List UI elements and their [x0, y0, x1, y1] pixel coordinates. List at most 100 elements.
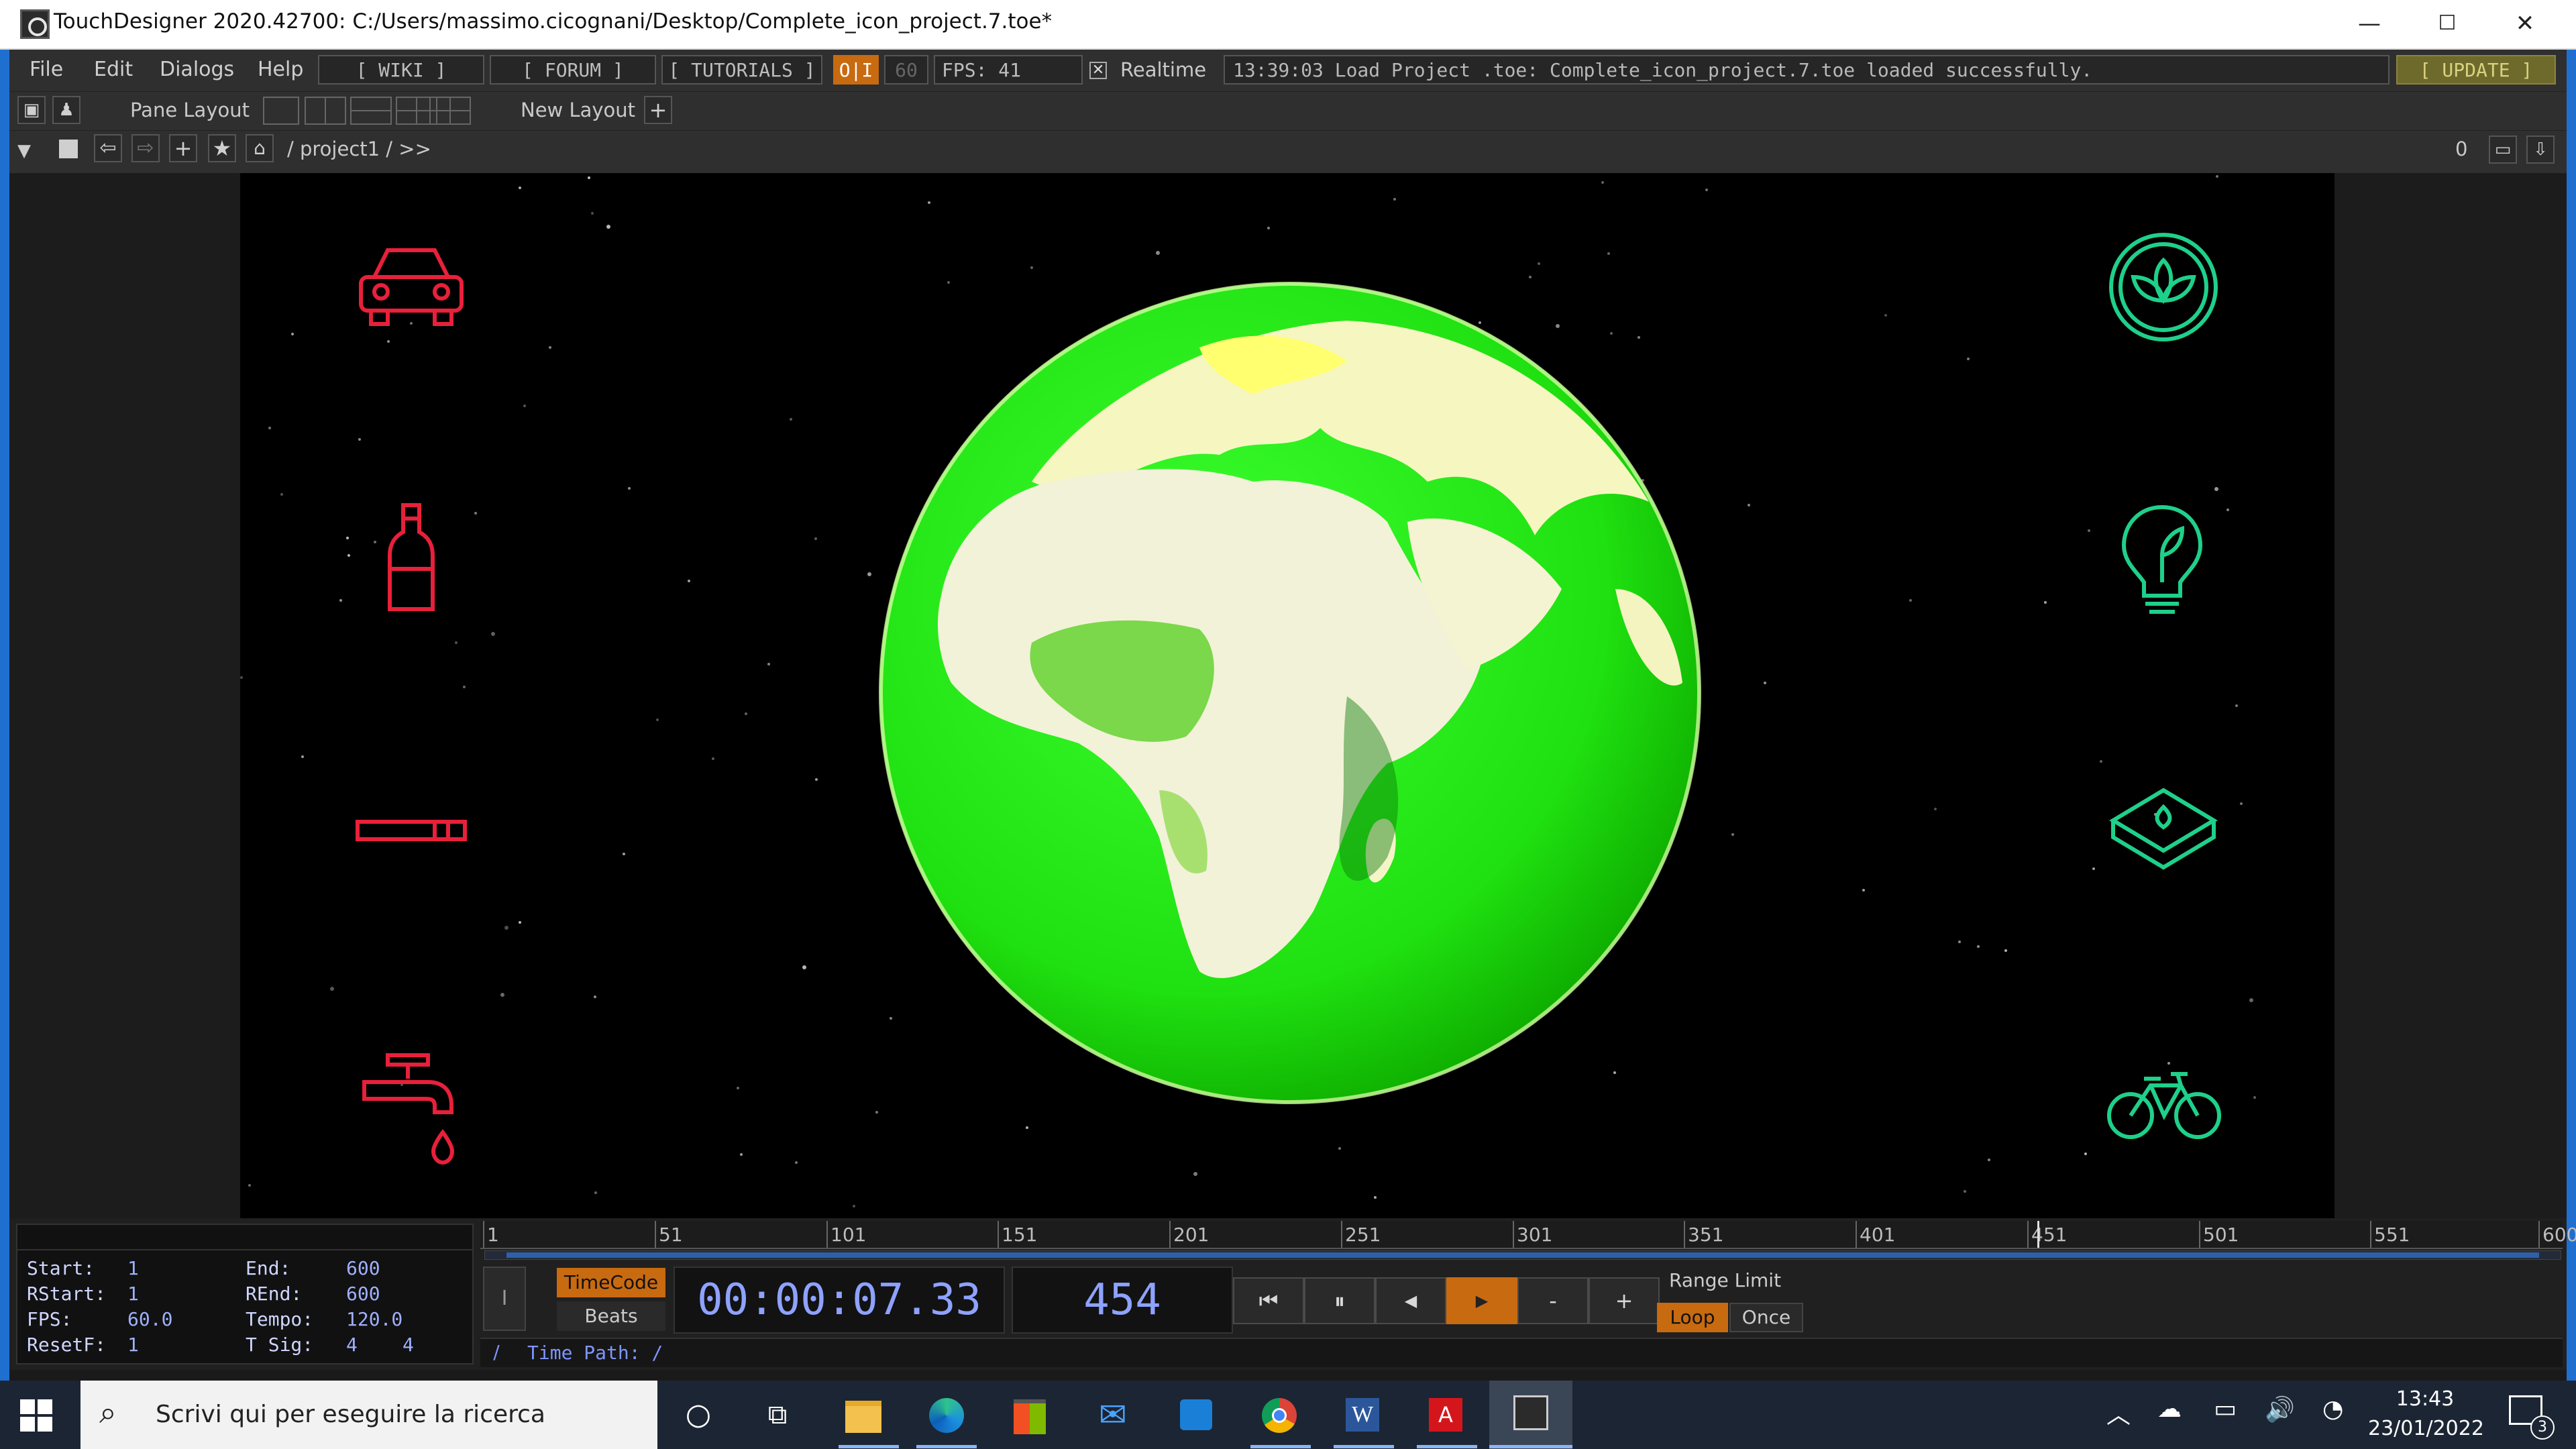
- range-bar[interactable]: [484, 1250, 2561, 1260]
- menu-dialogs[interactable]: Dialogs: [160, 55, 234, 85]
- star: [591, 212, 594, 215]
- ruler-label: 401: [1860, 1224, 1896, 1246]
- rend-value[interactable]: 600: [346, 1283, 380, 1305]
- wiki-button[interactable]: [ WIKI ]: [318, 55, 484, 85]
- search-placeholder[interactable]: Scrivi qui per eseguire la ricerca: [156, 1401, 545, 1428]
- tutorials-button[interactable]: [ TUTORIALS ]: [661, 55, 822, 85]
- minimize-button[interactable]: —: [2330, 0, 2408, 47]
- ruler-tick: [2538, 1221, 2540, 1248]
- ruler-tick: [483, 1221, 484, 1248]
- time-path-field[interactable]: Time Path: /: [527, 1342, 663, 1364]
- time-path-root[interactable]: /: [484, 1340, 508, 1364]
- tray-overflow-icon[interactable]: ︿: [2106, 1395, 2131, 1430]
- image-viewer-icon[interactable]: ▣: [17, 96, 46, 124]
- fps-value[interactable]: 60.0: [127, 1308, 172, 1330]
- playhead[interactable]: [2037, 1221, 2039, 1248]
- pin-pane-icon[interactable]: ⇩: [2526, 136, 2555, 164]
- photos-icon[interactable]: [1173, 1391, 1220, 1438]
- forum-button[interactable]: [ FORUM ]: [490, 55, 656, 85]
- maximize-pane-icon[interactable]: ▭: [2489, 136, 2517, 164]
- viewer-canvas[interactable]: [240, 173, 2334, 1218]
- update-button[interactable]: [ UPDATE ]: [2396, 55, 2556, 85]
- timecode-display[interactable]: 00:00:07.33: [674, 1267, 1005, 1334]
- loop-button[interactable]: Loop: [1657, 1303, 1728, 1332]
- star: [455, 641, 458, 644]
- layout-split-vertical-icon[interactable]: [305, 97, 346, 125]
- timecode-toggle[interactable]: TimeCode: [557, 1268, 665, 1297]
- onedrive-icon[interactable]: ☁: [2157, 1395, 2182, 1423]
- rstart-value[interactable]: 1: [127, 1283, 139, 1305]
- battery-icon[interactable]: ▭: [2214, 1395, 2237, 1423]
- fps-cap-field[interactable]: 60: [884, 55, 928, 85]
- star: [339, 599, 342, 602]
- file-explorer-icon[interactable]: [840, 1391, 887, 1438]
- ruler-tick: [826, 1221, 828, 1248]
- stop-square-icon[interactable]: [59, 140, 78, 158]
- network-path[interactable]: / project1 / >>: [287, 134, 431, 164]
- task-view-icon[interactable]: ⧉: [754, 1391, 801, 1438]
- star: [1030, 266, 1033, 269]
- tsig-denominator[interactable]: 4: [402, 1334, 414, 1356]
- layout-quad-icon[interactable]: [429, 97, 471, 125]
- star: [2226, 508, 2229, 511]
- star: [1267, 227, 1270, 229]
- forward-arrow-icon[interactable]: ⇨: [131, 134, 160, 162]
- ruler-tick: [2199, 1221, 2200, 1248]
- word-icon[interactable]: W: [1339, 1391, 1386, 1438]
- network-icon[interactable]: ♟: [52, 96, 80, 124]
- end-value[interactable]: 600: [346, 1257, 380, 1279]
- star: [268, 427, 271, 429]
- once-button[interactable]: Once: [1729, 1303, 1803, 1332]
- menu-file[interactable]: File: [30, 55, 63, 85]
- close-button[interactable]: ✕: [2486, 0, 2564, 47]
- menu-edit[interactable]: Edit: [94, 55, 133, 85]
- star: [523, 405, 526, 407]
- frame-ruler[interactable]: 1 51 101 151 201 251 301 351 401 451 501 551 600: [480, 1221, 2576, 1249]
- step-back-icon[interactable]: ◀: [1375, 1277, 1446, 1324]
- rewind-to-start-icon[interactable]: ⏮: [1233, 1277, 1304, 1324]
- eco-bulb-icon: [2121, 504, 2203, 614]
- menu-help[interactable]: Help: [258, 55, 303, 85]
- layout-single-icon[interactable]: [263, 97, 299, 125]
- mail-icon[interactable]: ✉: [1089, 1391, 1136, 1438]
- network-icon[interactable]: ◔: [2322, 1395, 2343, 1423]
- add-layout-button[interactable]: +: [644, 96, 672, 124]
- frame-display[interactable]: 454: [1012, 1267, 1233, 1334]
- start-value[interactable]: 1: [127, 1257, 139, 1279]
- ruler-tick: [655, 1221, 656, 1248]
- step-plus-button[interactable]: +: [1589, 1277, 1660, 1324]
- step-minus-button[interactable]: -: [1517, 1277, 1589, 1324]
- star: [790, 418, 792, 421]
- edge-icon[interactable]: [923, 1391, 970, 1438]
- taskbar-time[interactable]: 13:43: [2375, 1387, 2475, 1411]
- add-operator-icon[interactable]: +: [169, 134, 197, 162]
- time-marker-button[interactable]: I: [483, 1267, 526, 1331]
- bookmark-star-icon[interactable]: ★: [208, 134, 236, 162]
- store-icon[interactable]: [1006, 1391, 1053, 1438]
- ruler-tick: [1341, 1221, 1342, 1248]
- home-icon[interactable]: ⌂: [246, 134, 274, 162]
- taskbar-date[interactable]: 23/01/2022: [2368, 1417, 2484, 1440]
- layout-split-horizontal-icon[interactable]: [350, 97, 392, 125]
- tempo-value[interactable]: 120.0: [346, 1308, 402, 1330]
- perform-mode-toggle[interactable]: O|I: [833, 55, 879, 85]
- touchdesigner-logo-icon: [20, 9, 50, 39]
- acrobat-icon[interactable]: A: [1422, 1391, 1469, 1438]
- play-forward-icon[interactable]: ▶: [1446, 1277, 1517, 1324]
- maximize-button[interactable]: ☐: [2408, 0, 2486, 47]
- resetf-value[interactable]: 1: [127, 1334, 139, 1356]
- beats-toggle[interactable]: Beats: [557, 1301, 665, 1331]
- star: [2214, 487, 2218, 491]
- ruler-tick: [1856, 1221, 1857, 1248]
- cortana-icon[interactable]: ○: [675, 1391, 722, 1438]
- volume-icon[interactable]: 🔊: [2265, 1395, 2295, 1424]
- realtime-checkbox[interactable]: ✕: [1089, 62, 1107, 79]
- windows-start-icon[interactable]: [20, 1399, 52, 1432]
- star: [387, 340, 390, 343]
- pause-icon[interactable]: ⏸: [1304, 1277, 1375, 1324]
- touchdesigner-taskbar-button[interactable]: [1489, 1381, 1572, 1449]
- pane-menu-arrow-icon[interactable]: ▼: [17, 141, 31, 161]
- chrome-icon[interactable]: [1256, 1391, 1303, 1438]
- tsig-numerator[interactable]: 4: [346, 1334, 358, 1356]
- back-arrow-icon[interactable]: ⇦: [94, 134, 122, 162]
